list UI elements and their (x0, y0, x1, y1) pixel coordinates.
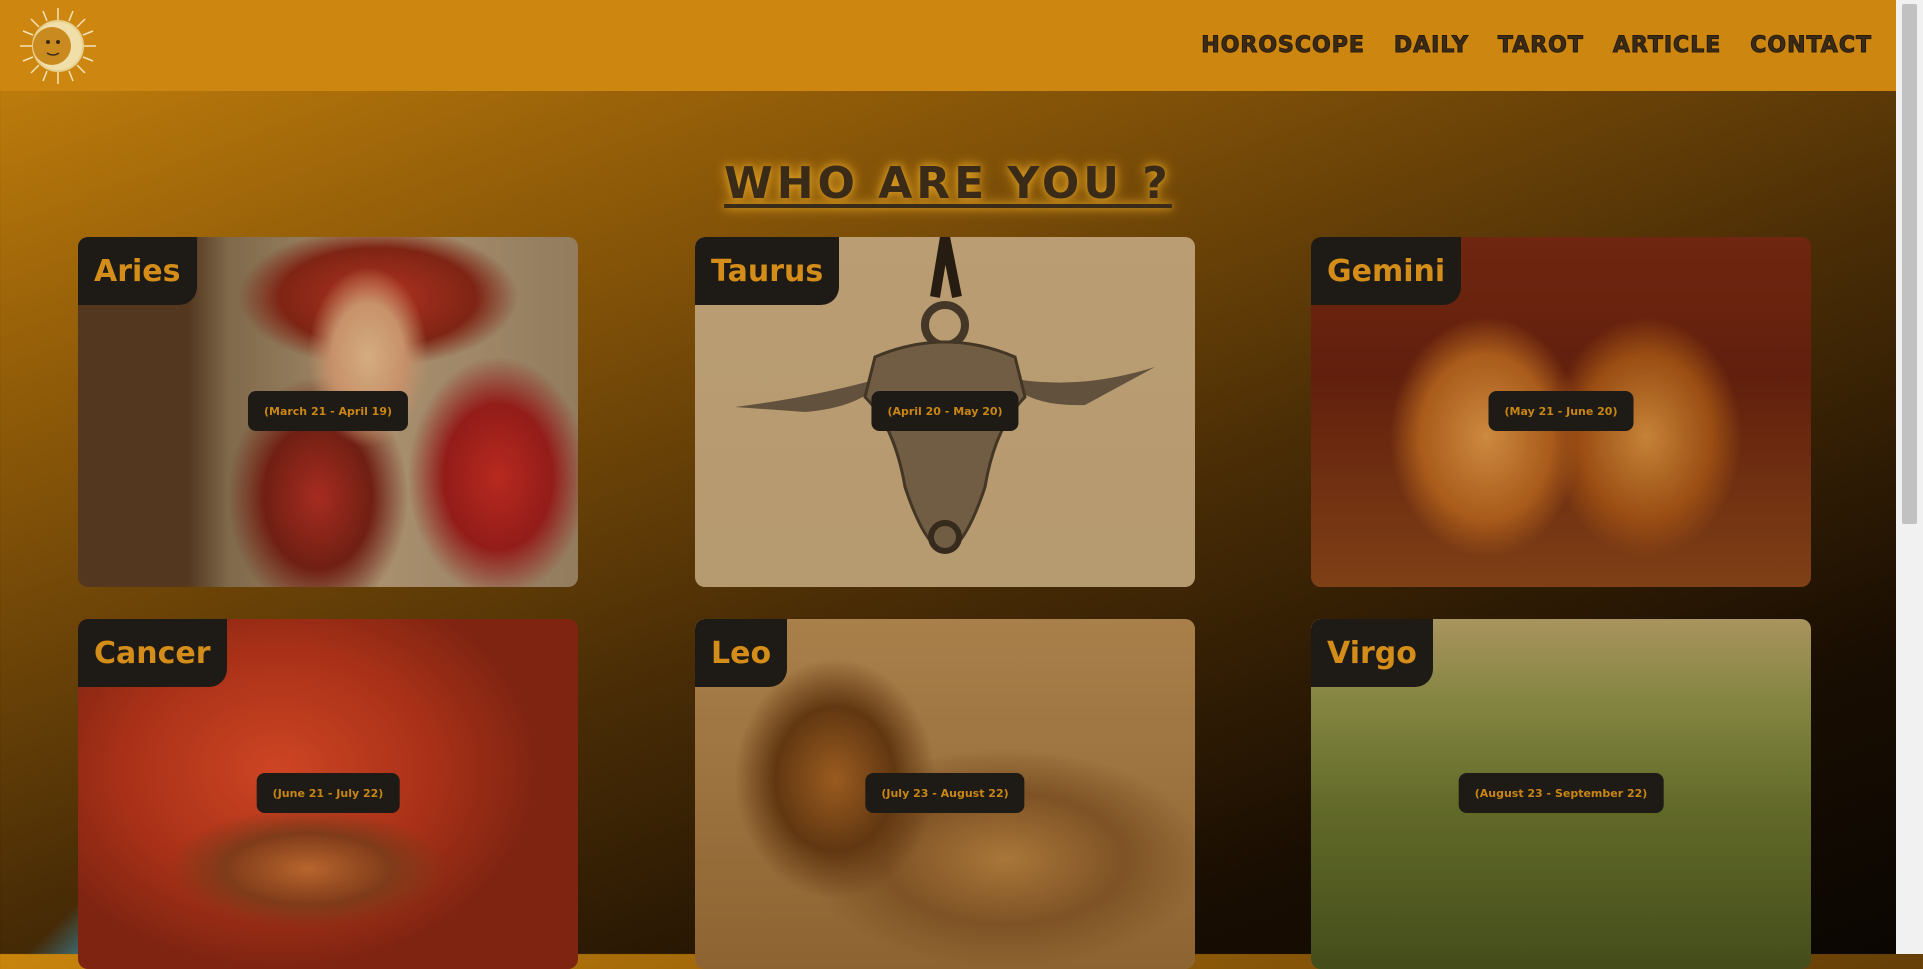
nav-daily-link[interactable]: DAILY (1393, 33, 1469, 59)
sign-name: Cancer (78, 619, 227, 687)
zodiac-card-aries[interactable]: Aries (March 21 - April 19) (78, 237, 578, 587)
sun-moon-logo-icon[interactable] (18, 6, 98, 86)
sign-dates: (June 21 - July 22) (256, 773, 400, 813)
sign-dates: (July 23 - August 22) (865, 773, 1025, 813)
zodiac-card-virgo[interactable]: Virgo (August 23 - September 22) (1311, 619, 1811, 969)
page-title: WHO ARE YOU ? (724, 158, 1172, 209)
sign-name: Taurus (695, 237, 840, 305)
nav-contact-link[interactable]: CONTACT (1750, 33, 1872, 59)
main-navigation: HOROSCOPE DAILY TAROT ARTICLE CONTACT (1172, 33, 1872, 59)
nav-horoscope-link[interactable]: HOROSCOPE (1201, 33, 1365, 59)
zodiac-card-leo[interactable]: Leo (July 23 - August 22) (695, 619, 1195, 969)
zodiac-card-gemini[interactable]: Gemini (May 21 - June 20) (1311, 237, 1811, 587)
zodiac-card-cancer[interactable]: Cancer (June 21 - July 22) (78, 619, 578, 969)
sign-dates: (August 23 - September 22) (1458, 773, 1664, 813)
nav-tarot-link[interactable]: TAROT (1497, 33, 1584, 59)
sign-dates: (April 20 - May 20) (871, 391, 1019, 431)
vertical-scrollbar[interactable] (1896, 0, 1923, 954)
site-header: HOROSCOPE DAILY TAROT ARTICLE CONTACT (0, 0, 1896, 91)
sign-name: Leo (695, 619, 788, 687)
nav-article-link[interactable]: ARTICLE (1612, 33, 1721, 59)
sign-dates: (May 21 - June 20) (1488, 391, 1634, 431)
sign-name: Gemini (1311, 237, 1462, 305)
sign-name: Aries (78, 237, 197, 305)
sign-dates: (March 21 - April 19) (247, 391, 409, 431)
sign-name: Virgo (1311, 619, 1433, 687)
zodiac-card-taurus[interactable]: Taurus (April 20 - May 20) (695, 237, 1195, 587)
scrollbar-thumb[interactable] (1902, 4, 1917, 524)
